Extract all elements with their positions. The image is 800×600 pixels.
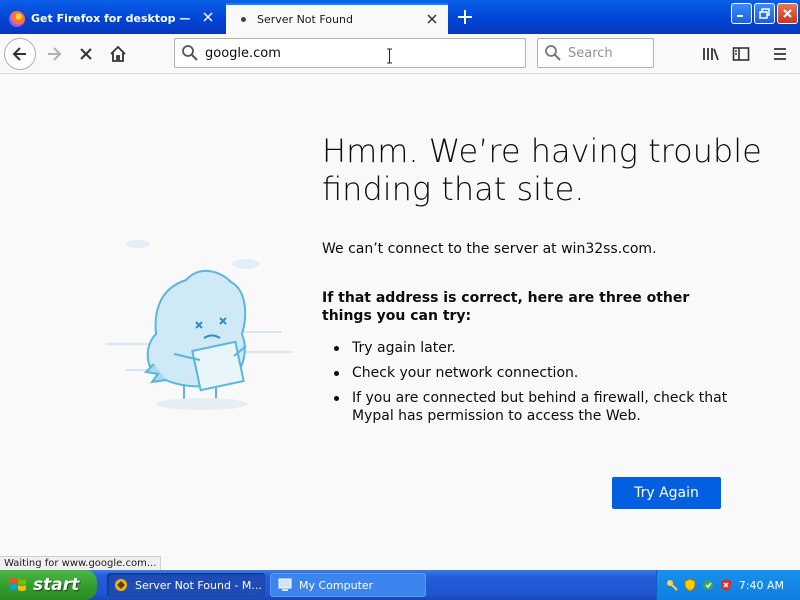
- start-button[interactable]: start: [0, 570, 97, 600]
- new-tab-plus-icon[interactable]: [454, 6, 476, 28]
- window-close-button[interactable]: [777, 3, 798, 24]
- error-description: We can’t connect to the server at win32s…: [322, 241, 657, 257]
- tab-label: Get Firefox for desktop — Mozilla: [31, 12, 191, 25]
- clock: 7:40 AM: [738, 578, 784, 592]
- computer-icon: [278, 578, 292, 591]
- try-again-button[interactable]: Try Again: [612, 477, 721, 509]
- restore-button[interactable]: [754, 3, 775, 24]
- tab-server-not-found[interactable]: Server Not Found: [226, 3, 448, 34]
- windows-flag-icon: [10, 578, 26, 591]
- list-item: If you are connected but behind a firewa…: [322, 389, 742, 425]
- home-icon: [110, 45, 126, 62]
- update-icon[interactable]: [701, 578, 715, 592]
- list-item: Try again later.: [322, 339, 742, 357]
- list-item: Check your network connection.: [322, 364, 742, 382]
- close-icon: [783, 9, 792, 18]
- network-key-icon[interactable]: [665, 578, 679, 592]
- close-icon[interactable]: [424, 11, 440, 27]
- menu-button[interactable]: [766, 40, 794, 68]
- error-page: Hmm. We’re having trouble finding that s…: [0, 74, 800, 570]
- browser-titlebar: Get Firefox for desktop — Mozilla Server…: [0, 0, 800, 34]
- address-bar[interactable]: [174, 38, 526, 68]
- firefox-icon: [9, 10, 25, 27]
- minimize-button[interactable]: [731, 3, 752, 24]
- taskbar-item-label: My Computer: [299, 578, 374, 592]
- search-icon: [545, 45, 561, 61]
- alert-shield-icon[interactable]: [719, 578, 733, 592]
- monster-illustration-icon: [105, 240, 292, 410]
- text-cursor-icon: [387, 48, 392, 64]
- arrow-right-icon: [48, 47, 62, 61]
- loading-dot-icon: [235, 12, 251, 28]
- mypal-icon: [115, 579, 127, 591]
- minimize-icon: [737, 15, 743, 17]
- tab-label: Server Not Found: [257, 13, 353, 26]
- stop-x-icon: [80, 48, 92, 60]
- stop-button[interactable]: [70, 38, 102, 70]
- arrow-left-icon: [12, 47, 26, 61]
- back-button[interactable]: [4, 38, 36, 70]
- tab-get-firefox[interactable]: Get Firefox for desktop — Mozilla: [0, 3, 224, 34]
- restore-icon: [759, 8, 770, 19]
- taskbar-item-my-computer[interactable]: My Computer: [270, 573, 426, 597]
- navigation-toolbar: [0, 34, 800, 74]
- taskbar-item-browser[interactable]: Server Not Found - M...: [107, 573, 265, 597]
- home-button[interactable]: [102, 38, 134, 70]
- taskbar: start Server Not Found - M... My Compute…: [0, 570, 800, 600]
- taskbar-item-label: Server Not Found - M...: [135, 578, 262, 592]
- start-label: start: [33, 575, 80, 595]
- page-title: Hmm. We’re having trouble finding that s…: [322, 132, 762, 208]
- sidebar-icon: [732, 47, 750, 61]
- security-shield-icon[interactable]: [683, 578, 697, 592]
- forward-button[interactable]: [38, 38, 70, 70]
- search-box[interactable]: [537, 38, 654, 68]
- url-input[interactable]: [205, 45, 505, 61]
- hamburger-icon: [774, 48, 786, 60]
- suggestions-heading: If that address is correct, here are thr…: [322, 290, 690, 324]
- suggestions-list: Try again later. Check your network conn…: [322, 339, 742, 432]
- library-icon: [703, 48, 719, 61]
- sidebar-toggle-button[interactable]: [727, 40, 755, 68]
- search-icon: [182, 45, 198, 61]
- library-button[interactable]: [697, 40, 725, 68]
- search-input[interactable]: [568, 45, 650, 61]
- window-controls: [731, 3, 798, 24]
- status-bar: Waiting for www.google.com...: [0, 556, 162, 570]
- close-icon[interactable]: [200, 9, 216, 25]
- system-tray: 7:40 AM: [656, 570, 800, 600]
